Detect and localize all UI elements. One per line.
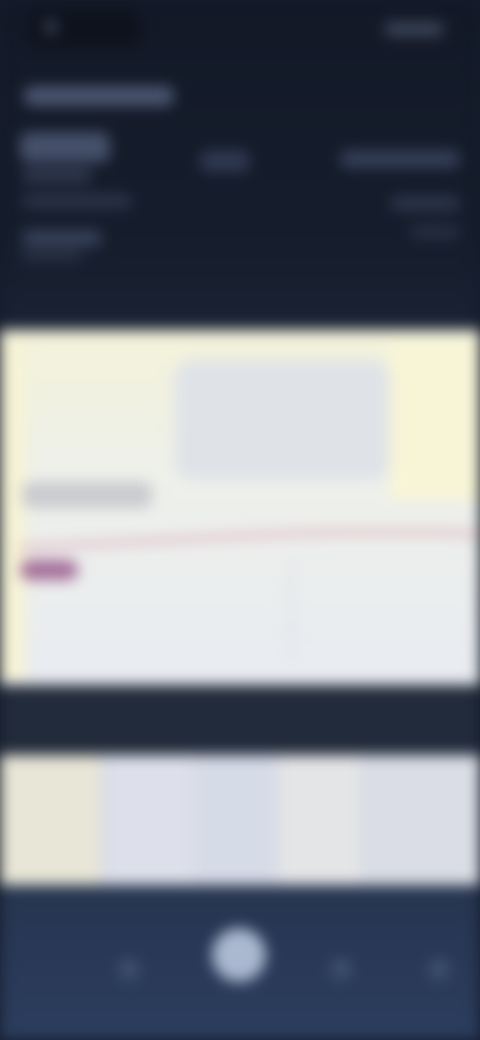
highlight-badge <box>20 560 78 580</box>
image-placeholder-icon[interactable] <box>175 360 390 480</box>
header-right-block <box>410 226 460 238</box>
tile-item[interactable] <box>200 755 270 885</box>
card-divider <box>290 560 292 660</box>
app-icon <box>44 20 58 34</box>
header-caption-block <box>22 168 92 182</box>
header-right-block[interactable] <box>340 150 460 168</box>
header-caption-block <box>22 194 132 208</box>
tile-row <box>0 755 480 885</box>
tile-item[interactable] <box>0 755 100 885</box>
card-edge <box>0 340 26 680</box>
more-icon[interactable] <box>428 958 450 980</box>
card-title-block <box>22 482 152 508</box>
header-center-block <box>200 150 250 172</box>
recent-icon[interactable] <box>330 958 352 980</box>
tile-item[interactable] <box>280 755 360 885</box>
header-info-block <box>22 230 102 246</box>
header-right-block <box>390 196 460 210</box>
header-value-block <box>20 132 110 162</box>
header-area <box>0 0 480 330</box>
tile-item[interactable] <box>110 755 190 885</box>
tile-item[interactable] <box>370 755 480 885</box>
back-icon[interactable] <box>118 958 140 980</box>
status-bar <box>0 0 480 56</box>
home-icon[interactable] <box>212 928 266 982</box>
blurred-screen <box>0 0 480 1040</box>
trend-line <box>18 530 478 550</box>
header-title-block <box>24 86 174 106</box>
card-edge <box>390 340 480 500</box>
section-band <box>0 685 480 755</box>
header-info-block <box>22 250 82 260</box>
menu-icon[interactable] <box>384 22 444 36</box>
